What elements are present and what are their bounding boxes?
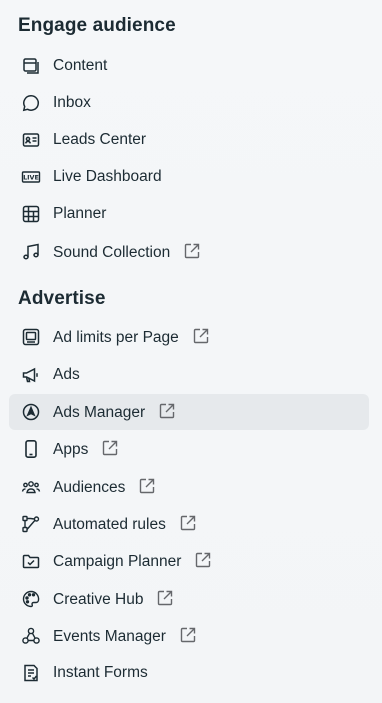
nav-item-automated-rules[interactable]: Automated rules [9, 506, 369, 542]
folder-check-icon [21, 551, 41, 571]
nav-item-audiences[interactable]: Audiences [9, 469, 369, 505]
megaphone-icon [21, 365, 41, 385]
nav-item-content[interactable]: Content [9, 48, 369, 84]
nav-item-label: Sound Collection [53, 243, 171, 261]
external-link-icon [192, 327, 210, 345]
form-document-icon [21, 663, 41, 683]
chat-bubble-icon [21, 93, 41, 113]
nav-item-sound-collection[interactable]: Sound Collection [9, 234, 369, 270]
monitor-icon [21, 327, 41, 347]
phone-icon [21, 439, 41, 459]
nav-item-leads-center[interactable]: Leads Center [9, 122, 369, 158]
rules-flow-icon [21, 514, 41, 534]
people-icon [21, 477, 41, 497]
external-link-icon [156, 589, 174, 607]
music-note-icon [21, 242, 41, 262]
contact-card-icon [21, 130, 41, 150]
nav-item-label: Ad limits per Page [53, 328, 179, 346]
external-link-icon [138, 477, 156, 495]
nav-item-label: Creative Hub [53, 590, 144, 608]
sidebar-panel: Engage audience Content Inbox Leads Cent… [0, 0, 382, 703]
palette-icon [21, 589, 41, 609]
nav-item-label: Planner [53, 205, 107, 222]
external-link-icon [179, 514, 197, 532]
nav-item-label: Content [53, 57, 108, 74]
nav-item-campaign-planner[interactable]: Campaign Planner [9, 543, 369, 579]
nav-item-label: Ads Manager [53, 403, 146, 421]
nav-item-label: Audiences [53, 478, 126, 496]
content-icon [21, 56, 41, 76]
svg-text:LIVE: LIVE [23, 174, 39, 182]
nav-item-label: Events Manager [53, 627, 166, 645]
nav-item-label: Instant Forms [53, 664, 148, 681]
external-link-icon [179, 626, 197, 644]
nav-item-ad-limits-per-page[interactable]: Ad limits per Page [9, 319, 369, 355]
navigation-arrow-icon [21, 402, 41, 422]
nav-item-planner[interactable]: Planner [9, 196, 369, 232]
section-title-engage-audience: Engage audience [18, 15, 176, 36]
nav-item-label: Leads Center [53, 131, 147, 148]
nav-item-label: Live Dashboard [53, 168, 162, 185]
nav-item-label: Campaign Planner [53, 552, 182, 570]
nav-item-events-manager[interactable]: Events Manager [9, 618, 369, 654]
events-network-icon [21, 626, 41, 646]
nav-item-label: Ads [53, 366, 80, 383]
live-badge-icon: LIVE [21, 167, 41, 187]
nav-item-instant-forms[interactable]: Instant Forms [9, 655, 369, 691]
nav-item-label: Inbox [53, 94, 91, 111]
nav-item-label: Apps [53, 440, 89, 458]
external-link-icon [158, 402, 176, 420]
external-link-icon [101, 439, 119, 457]
nav-item-creative-hub[interactable]: Creative Hub [9, 581, 369, 617]
nav-item-ads[interactable]: Ads [9, 357, 369, 393]
external-link-icon [183, 242, 201, 260]
section-title-advertise: Advertise [18, 288, 106, 309]
nav-item-live-dashboard[interactable]: LIVE Live Dashboard [9, 159, 369, 195]
nav-item-ads-manager[interactable]: Ads Manager [9, 394, 369, 430]
nav-item-inbox[interactable]: Inbox [9, 85, 369, 121]
calendar-grid-icon [21, 204, 41, 224]
nav-item-label: Automated rules [53, 515, 166, 533]
nav-item-apps[interactable]: Apps [9, 431, 369, 467]
external-link-icon [194, 551, 212, 569]
